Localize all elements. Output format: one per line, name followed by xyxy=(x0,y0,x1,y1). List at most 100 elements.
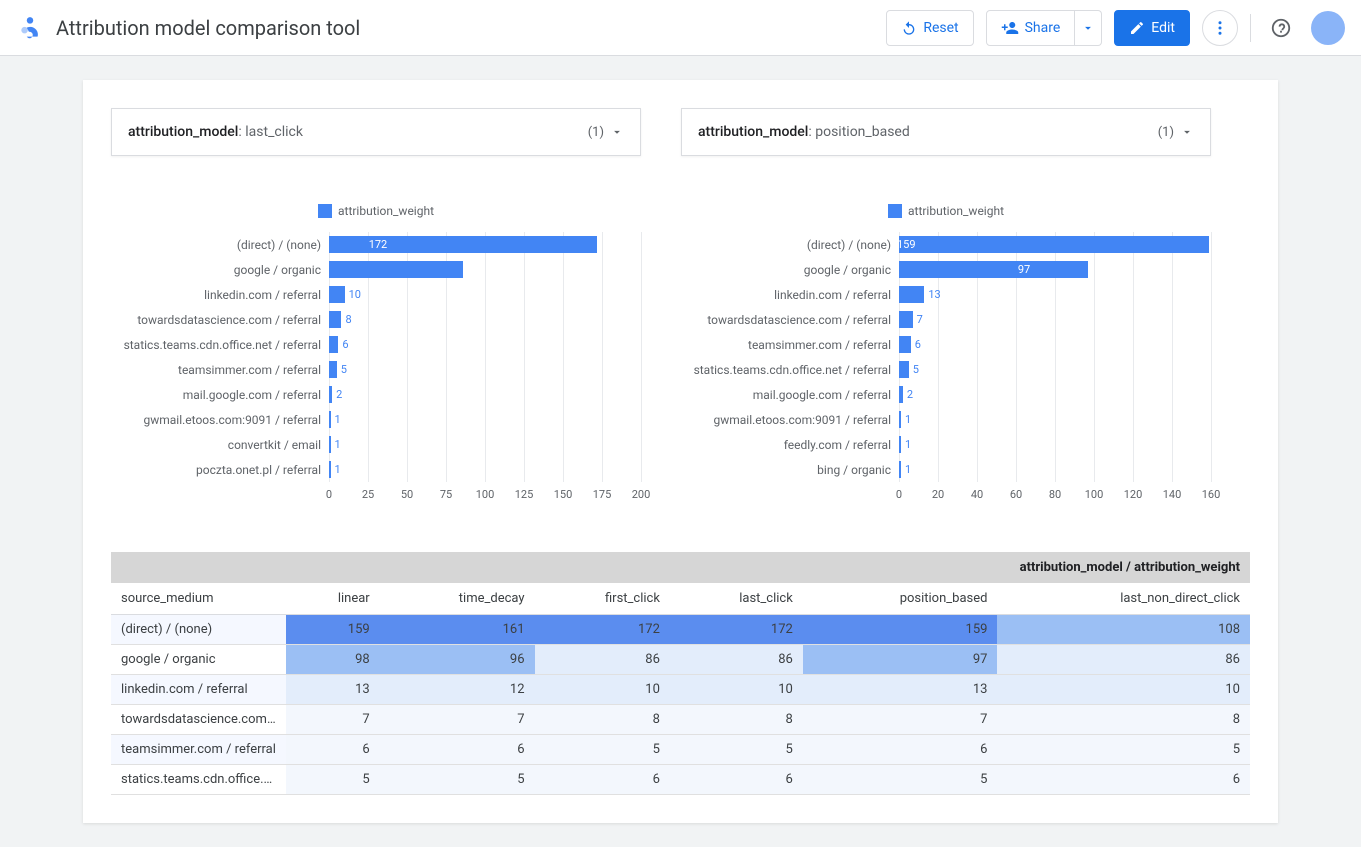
bar-track: 172 xyxy=(329,236,641,253)
bar-track: 97 xyxy=(899,261,1211,278)
bar[interactable] xyxy=(899,311,913,328)
bar-category: google / organic xyxy=(681,263,899,277)
bar[interactable] xyxy=(329,436,331,453)
table-cell: 172 xyxy=(670,615,803,645)
filter-chip[interactable]: attribution_model: last_click (1) xyxy=(111,108,641,156)
bar-track: 1 xyxy=(329,436,641,453)
axis-tick: 125 xyxy=(515,488,534,501)
edit-button[interactable]: Edit xyxy=(1114,10,1190,46)
column-header[interactable]: last_non_direct_click xyxy=(997,583,1250,615)
bar-row: linkedin.com / referral 10 xyxy=(111,282,641,307)
bar-value: 86 xyxy=(503,261,637,278)
axis-tick: 160 xyxy=(1202,488,1221,501)
table-cell: 10 xyxy=(997,675,1250,705)
bar-track: 7 xyxy=(899,311,1211,328)
legend-label: attribution_weight xyxy=(338,204,434,218)
chevron-down-icon xyxy=(1180,125,1194,139)
table-cell: 159 xyxy=(803,615,998,645)
column-header[interactable]: position_based xyxy=(803,583,998,615)
help-icon xyxy=(1270,17,1292,39)
bars-area: (direct) / (none) 172 google / organic 8… xyxy=(111,232,641,482)
row-label: linkedin.com / referral xyxy=(111,675,286,705)
bar-track: 5 xyxy=(329,361,641,378)
column-header[interactable]: last_click xyxy=(670,583,803,615)
table-super-header: attribution_model / attribution_weight xyxy=(111,552,1250,583)
row-label: (direct) / (none) xyxy=(111,615,286,645)
bar-value: 97 xyxy=(1018,261,1207,278)
bar-track: 13 xyxy=(899,286,1211,303)
bar-category: statics.teams.cdn.office.net / referral xyxy=(681,363,899,377)
axis-tick: 100 xyxy=(1085,488,1104,501)
bar-category: towardsdatascience.com / referral xyxy=(681,313,899,327)
reset-button[interactable]: Reset xyxy=(886,10,973,46)
more-options-button[interactable] xyxy=(1202,10,1238,46)
table-row: statics.teams.cdn.office.net ...556656 xyxy=(111,765,1250,795)
axis-tick: 140 xyxy=(1163,488,1182,501)
bar-row: bing / organic 1 xyxy=(681,457,1211,482)
bar-chart: attribution_weight(direct) / (none) 159 … xyxy=(681,204,1211,504)
bar-category: towardsdatascience.com / referral xyxy=(111,313,329,327)
bar[interactable] xyxy=(899,411,901,428)
table-row: teamsimmer.com / referral665565 xyxy=(111,735,1250,765)
bar-category: (direct) / (none) xyxy=(111,238,329,252)
table-cell: 172 xyxy=(535,615,670,645)
bar[interactable] xyxy=(899,461,901,478)
bar[interactable] xyxy=(329,411,331,428)
axis-tick: 25 xyxy=(362,488,374,501)
axis-tick: 150 xyxy=(554,488,573,501)
table-cell: 5 xyxy=(380,765,535,795)
row-label: statics.teams.cdn.office.net ... xyxy=(111,765,286,795)
axis-tick: 50 xyxy=(401,488,413,501)
share-dropdown-button[interactable] xyxy=(1075,10,1102,46)
bar[interactable] xyxy=(329,336,338,353)
bar[interactable] xyxy=(329,261,463,278)
bar[interactable] xyxy=(899,286,924,303)
axis-tick: 75 xyxy=(440,488,452,501)
share-button[interactable]: Share xyxy=(986,10,1076,46)
bar-track: 1 xyxy=(899,436,1211,453)
filter-key: attribution_model xyxy=(128,124,238,140)
bar-track: 1 xyxy=(329,461,641,478)
filter-chip[interactable]: attribution_model: position_based (1) xyxy=(681,108,1211,156)
bar-row: (direct) / (none) 159 xyxy=(681,232,1211,257)
filter-value: : last_click xyxy=(238,124,303,140)
bar-value: 8 xyxy=(345,311,351,328)
filter-count: (1) xyxy=(588,125,604,140)
bar-category: bing / organic xyxy=(681,463,899,477)
table-cell: 6 xyxy=(286,735,380,765)
bar-row: google / organic 86 xyxy=(111,257,641,282)
x-axis: 020406080100120140160 xyxy=(681,488,1211,504)
bar-value: 1 xyxy=(335,436,341,453)
column-header[interactable]: linear xyxy=(286,583,380,615)
help-button[interactable] xyxy=(1263,10,1299,46)
column-header[interactable]: time_decay xyxy=(380,583,535,615)
bar[interactable] xyxy=(329,386,332,403)
bar-track: 86 xyxy=(329,261,641,278)
looker-studio-logo-icon xyxy=(16,14,44,42)
bar[interactable] xyxy=(329,461,331,478)
bar-track: 1 xyxy=(329,411,641,428)
table-cell: 7 xyxy=(803,705,998,735)
bar[interactable] xyxy=(899,436,901,453)
table-cell: 8 xyxy=(535,705,670,735)
chevron-down-icon xyxy=(610,125,624,139)
report-canvas: attribution_model: last_click (1) attrib… xyxy=(83,80,1278,823)
bar-category: teamsimmer.com / referral xyxy=(111,363,329,377)
axis-tick: 120 xyxy=(1124,488,1143,501)
column-header[interactable]: first_click xyxy=(535,583,670,615)
bar[interactable] xyxy=(329,286,345,303)
row-label: towardsdatascience.com / r... xyxy=(111,705,286,735)
bar[interactable] xyxy=(329,311,341,328)
bar-category: linkedin.com / referral xyxy=(111,288,329,302)
table-cell: 96 xyxy=(380,645,535,675)
bar[interactable] xyxy=(329,361,337,378)
bar[interactable] xyxy=(899,336,911,353)
user-avatar[interactable] xyxy=(1311,11,1345,45)
bar-track: 6 xyxy=(329,336,641,353)
bar[interactable] xyxy=(899,361,909,378)
table-cell: 97 xyxy=(803,645,998,675)
table-cell: 86 xyxy=(997,645,1250,675)
filter-count: (1) xyxy=(1158,125,1174,140)
bar[interactable] xyxy=(899,386,903,403)
axis-tick: 0 xyxy=(896,488,902,501)
